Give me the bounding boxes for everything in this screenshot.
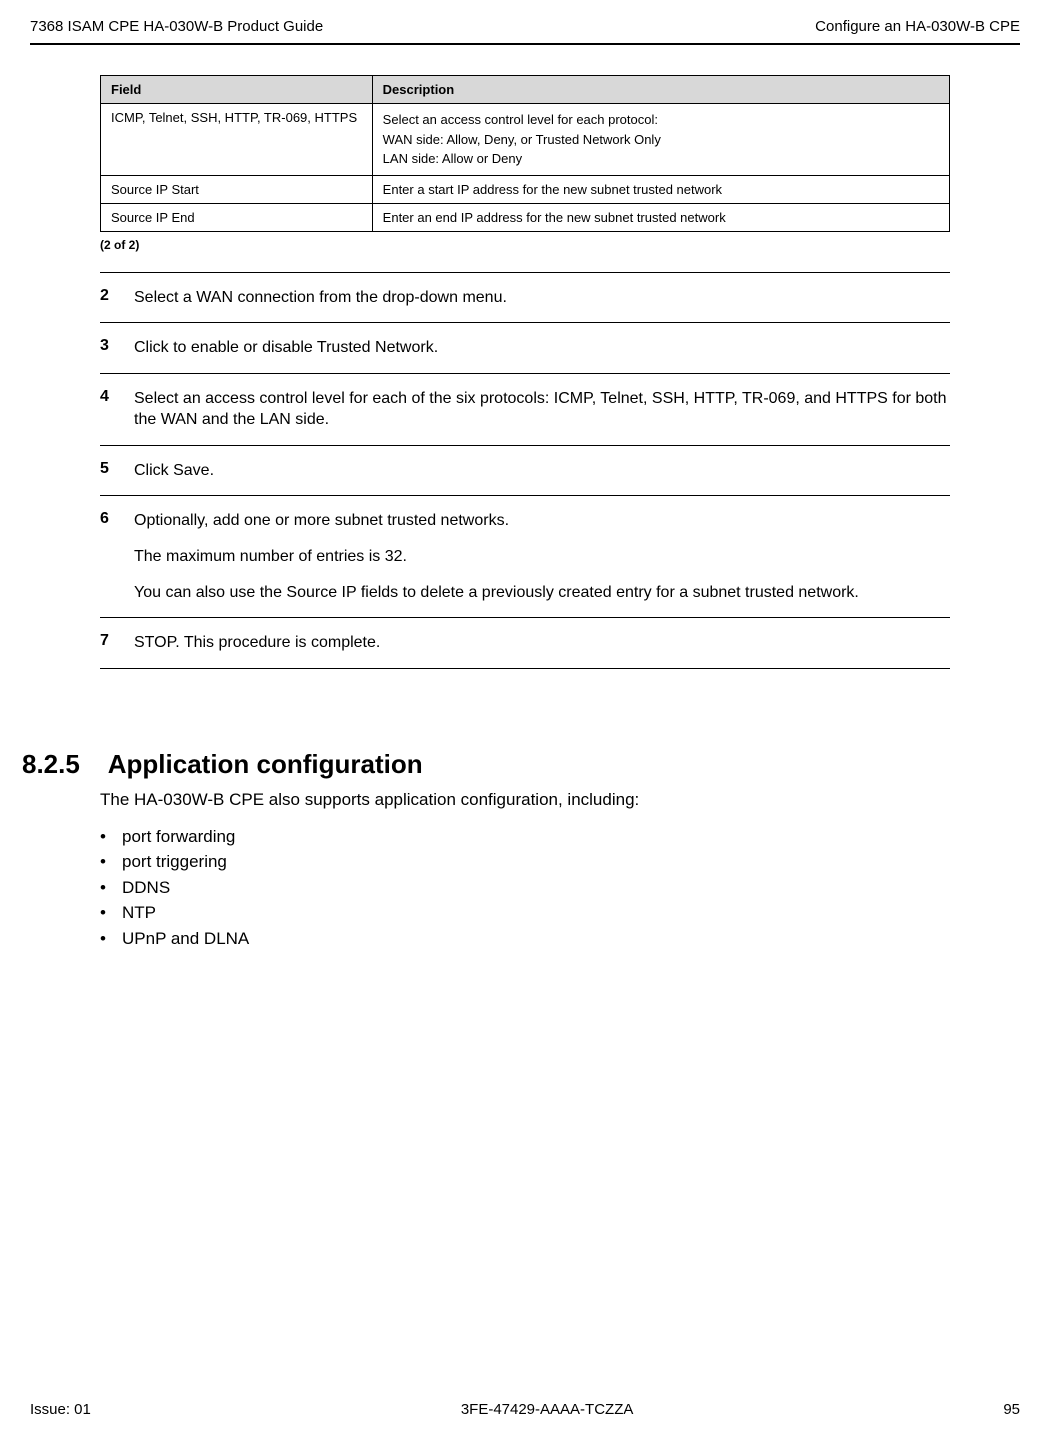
section-heading: 8.2.5 Application configuration (22, 749, 950, 780)
step-number: 5 (100, 460, 134, 478)
footer-doc-number: 3FE-47429-AAAA-TCZZA (461, 1401, 634, 1418)
table-caption: (2 of 2) (100, 238, 950, 252)
step-number: 6 (100, 510, 134, 528)
desc-line: Select an access control level for each … (383, 110, 939, 130)
bullet-icon: • (100, 875, 122, 901)
header-left: 7368 ISAM CPE HA-030W-B Product Guide (30, 18, 323, 35)
step-text: STOP. This procedure is complete. (134, 632, 380, 654)
section-title: Application configuration (108, 749, 423, 779)
page-header: 7368 ISAM CPE HA-030W-B Product Guide Co… (0, 0, 1050, 43)
bullet-icon: • (100, 824, 122, 850)
main-content: Field Description ICMP, Telnet, SSH, HTT… (100, 75, 950, 951)
section-intro: The HA-030W-B CPE also supports applicat… (100, 790, 950, 810)
step-divider (100, 668, 950, 669)
bullet-text: DDNS (122, 875, 170, 901)
cell-field: ICMP, Telnet, SSH, HTTP, TR-069, HTTPS (101, 104, 373, 176)
list-item: •UPnP and DLNA (100, 926, 950, 952)
procedure-steps: 2 Select a WAN connection from the drop-… (100, 272, 950, 669)
list-item: •DDNS (100, 875, 950, 901)
table-row: Source IP End Enter an end IP address fo… (101, 203, 950, 231)
step-number: 4 (100, 388, 134, 406)
step-number: 3 (100, 337, 134, 355)
step: 3 Click to enable or disable Trusted Net… (100, 323, 950, 373)
step: 2 Select a WAN connection from the drop-… (100, 273, 950, 323)
list-item: •port triggering (100, 849, 950, 875)
step-text: Select an access control level for each … (134, 388, 950, 431)
bullet-text: port forwarding (122, 824, 235, 850)
step: 4 Select an access control level for eac… (100, 374, 950, 445)
step-text: Click to enable or disable Trusted Netwo… (134, 337, 438, 359)
list-item: •port forwarding (100, 824, 950, 850)
bullet-list: •port forwarding •port triggering •DDNS … (100, 824, 950, 952)
cell-description: Enter a start IP address for the new sub… (372, 175, 949, 203)
step-number: 7 (100, 632, 134, 650)
field-description-table: Field Description ICMP, Telnet, SSH, HTT… (100, 75, 950, 232)
desc-line: LAN side: Allow or Deny (383, 149, 939, 169)
column-description: Description (372, 76, 949, 104)
step-text: Select a WAN connection from the drop-do… (134, 287, 507, 309)
step: 5 Click Save. (100, 446, 950, 496)
step-para: You can also use the Source IP fields to… (134, 582, 859, 604)
step: 7 STOP. This procedure is complete. (100, 618, 950, 668)
table-row: ICMP, Telnet, SSH, HTTP, TR-069, HTTPS S… (101, 104, 950, 176)
column-field: Field (101, 76, 373, 104)
step: 6 Optionally, add one or more subnet tru… (100, 496, 950, 617)
cell-field: Source IP End (101, 203, 373, 231)
cell-description: Enter an end IP address for the new subn… (372, 203, 949, 231)
cell-description: Select an access control level for each … (372, 104, 949, 176)
page-footer: Issue: 01 3FE-47429-AAAA-TCZZA 95 (30, 1401, 1020, 1418)
header-right: Configure an HA-030W-B CPE (815, 18, 1020, 35)
step-para: The maximum number of entries is 32. (134, 546, 859, 568)
table-header-row: Field Description (101, 76, 950, 104)
header-divider (30, 43, 1020, 45)
list-item: •NTP (100, 900, 950, 926)
bullet-icon: • (100, 926, 122, 952)
section-number: 8.2.5 (22, 749, 80, 779)
step-text: Click Save. (134, 460, 214, 482)
bullet-icon: • (100, 849, 122, 875)
section-application-config: 8.2.5 Application configuration The HA-0… (22, 749, 950, 952)
bullet-text: port triggering (122, 849, 227, 875)
cell-field: Source IP Start (101, 175, 373, 203)
bullet-text: NTP (122, 900, 156, 926)
bullet-icon: • (100, 900, 122, 926)
step-para: Optionally, add one or more subnet trust… (134, 510, 859, 532)
step-number: 2 (100, 287, 134, 305)
bullet-text: UPnP and DLNA (122, 926, 249, 952)
step-text: Optionally, add one or more subnet trust… (134, 510, 859, 603)
footer-issue: Issue: 01 (30, 1401, 91, 1418)
footer-page-number: 95 (1003, 1401, 1020, 1418)
table-row: Source IP Start Enter a start IP address… (101, 175, 950, 203)
desc-line: WAN side: Allow, Deny, or Trusted Networ… (383, 130, 939, 150)
